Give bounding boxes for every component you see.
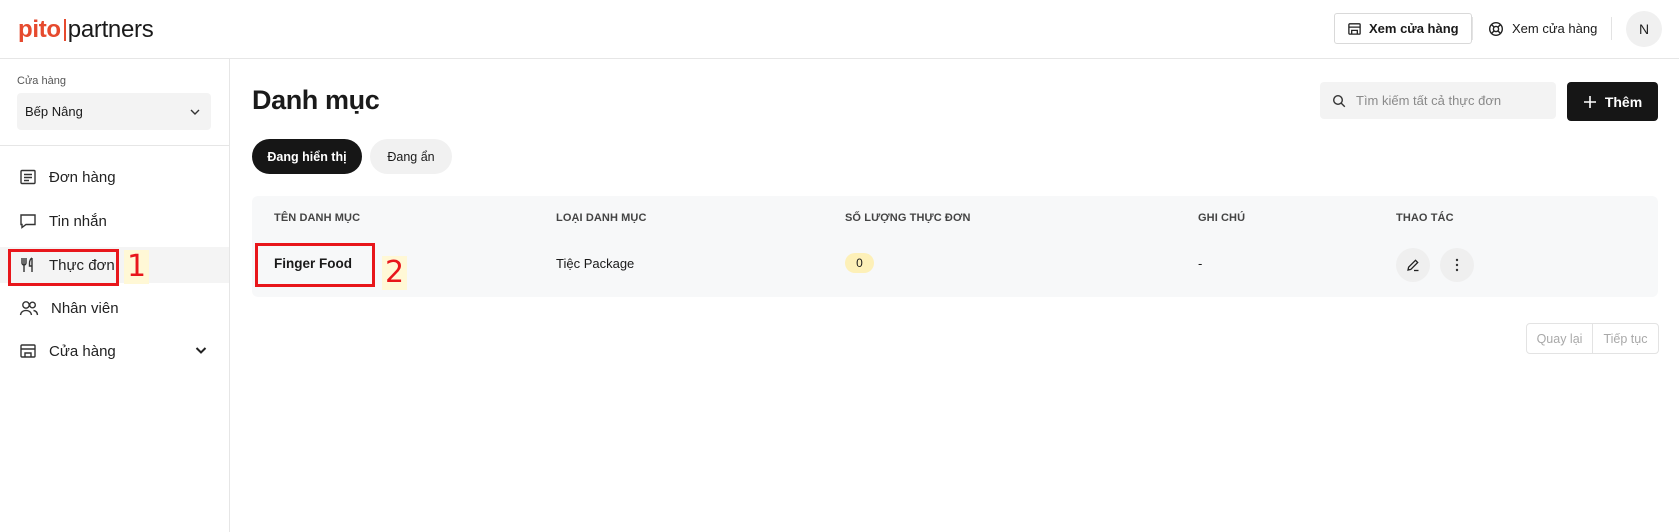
view-store-button-label: Xem cửa hàng bbox=[1369, 21, 1459, 36]
chevron-down-icon bbox=[189, 106, 201, 118]
category-table: TÊN DANH MỤC LOẠI DANH MỤC SỐ LƯỢNG THỰC… bbox=[252, 196, 1658, 297]
annotation-number-1: 1 bbox=[124, 250, 150, 284]
sidebar-item-staff[interactable]: Nhân viên bbox=[0, 290, 229, 326]
annotation-box-2 bbox=[255, 243, 375, 287]
top-bar: pito partners Xem cửa hàng Xem cửa hàng … bbox=[0, 0, 1679, 59]
edit-button[interactable] bbox=[1396, 248, 1430, 282]
store-select-value: Bếp Nâng bbox=[25, 104, 83, 119]
search-icon bbox=[1332, 94, 1346, 108]
logo-divider bbox=[63, 19, 66, 41]
column-header-note: GHI CHÚ bbox=[1198, 212, 1246, 224]
lifebuoy-icon bbox=[1488, 21, 1504, 37]
page-title: Danh mục bbox=[252, 85, 380, 115]
add-button[interactable]: Thêm bbox=[1567, 82, 1658, 121]
tab-visible[interactable]: Đang hiển thị bbox=[252, 139, 362, 174]
sidebar-item-orders[interactable]: Đơn hàng bbox=[0, 159, 229, 195]
app-root: pito partners Xem cửa hàng Xem cửa hàng … bbox=[0, 0, 1679, 532]
header-divider bbox=[1611, 17, 1612, 40]
column-header-name: TÊN DANH MỤC bbox=[274, 212, 361, 224]
store-select-label: Cửa hàng bbox=[17, 75, 66, 87]
search-input[interactable]: Tìm kiếm tất cả thực đơn bbox=[1320, 82, 1556, 119]
plus-icon bbox=[1583, 95, 1597, 109]
pagination-prev-button[interactable]: Quay lại bbox=[1527, 324, 1592, 353]
logo-word: partners bbox=[67, 16, 154, 43]
add-button-label: Thêm bbox=[1604, 93, 1643, 110]
chevron-down-icon[interactable] bbox=[194, 343, 208, 357]
view-store-button[interactable]: Xem cửa hàng bbox=[1334, 13, 1472, 44]
sidebar: Cửa hàng Bếp Nâng Đơn hàng Tin nhắn Thực bbox=[0, 59, 230, 532]
sidebar-item-label: Tin nhắn bbox=[49, 212, 107, 230]
sidebar-divider bbox=[0, 145, 229, 146]
pagination: Quay lại Tiếp tục bbox=[1526, 323, 1659, 354]
sidebar-item-label: Nhân viên bbox=[51, 299, 119, 317]
column-header-actions: THAO TÁC bbox=[1396, 212, 1454, 224]
header-divider bbox=[1472, 17, 1473, 40]
more-vertical-icon bbox=[1455, 258, 1459, 272]
sidebar-item-label: Cửa hàng bbox=[49, 342, 116, 360]
category-note: - bbox=[1198, 256, 1203, 271]
receipt-icon bbox=[19, 168, 37, 186]
sidebar-item-store[interactable]: Cửa hàng bbox=[0, 333, 229, 369]
pagination-next-button[interactable]: Tiếp tục bbox=[1592, 324, 1658, 353]
view-store-link[interactable]: Xem cửa hàng bbox=[1488, 13, 1597, 44]
store-icon bbox=[19, 342, 37, 360]
pencil-icon bbox=[1406, 258, 1420, 272]
avatar[interactable]: N bbox=[1626, 11, 1662, 47]
store-select[interactable]: Bếp Nâng bbox=[17, 93, 211, 130]
logo-brand: pito bbox=[18, 16, 61, 43]
annotation-box-1 bbox=[8, 249, 119, 286]
column-header-count: SỐ LƯỢNG THỰC ĐƠN bbox=[845, 212, 971, 224]
column-header-type: LOẠI DANH MỤC bbox=[556, 212, 647, 224]
category-type: Tiệc Package bbox=[556, 256, 635, 271]
view-store-link-label: Xem cửa hàng bbox=[1512, 21, 1598, 36]
logo[interactable]: pito partners bbox=[18, 16, 154, 44]
storefront-icon bbox=[1347, 21, 1362, 36]
sidebar-item-label: Đơn hàng bbox=[49, 168, 116, 186]
sidebar-item-messages[interactable]: Tin nhắn bbox=[0, 203, 229, 239]
tab-hidden[interactable]: Đang ẩn bbox=[370, 139, 452, 174]
chat-icon bbox=[19, 212, 37, 230]
search-placeholder: Tìm kiếm tất cả thực đơn bbox=[1356, 93, 1502, 108]
users-icon bbox=[19, 299, 39, 317]
annotation-number-2: 2 bbox=[382, 256, 408, 290]
menu-count-badge: 0 bbox=[845, 253, 874, 273]
more-options-button[interactable] bbox=[1440, 248, 1474, 282]
